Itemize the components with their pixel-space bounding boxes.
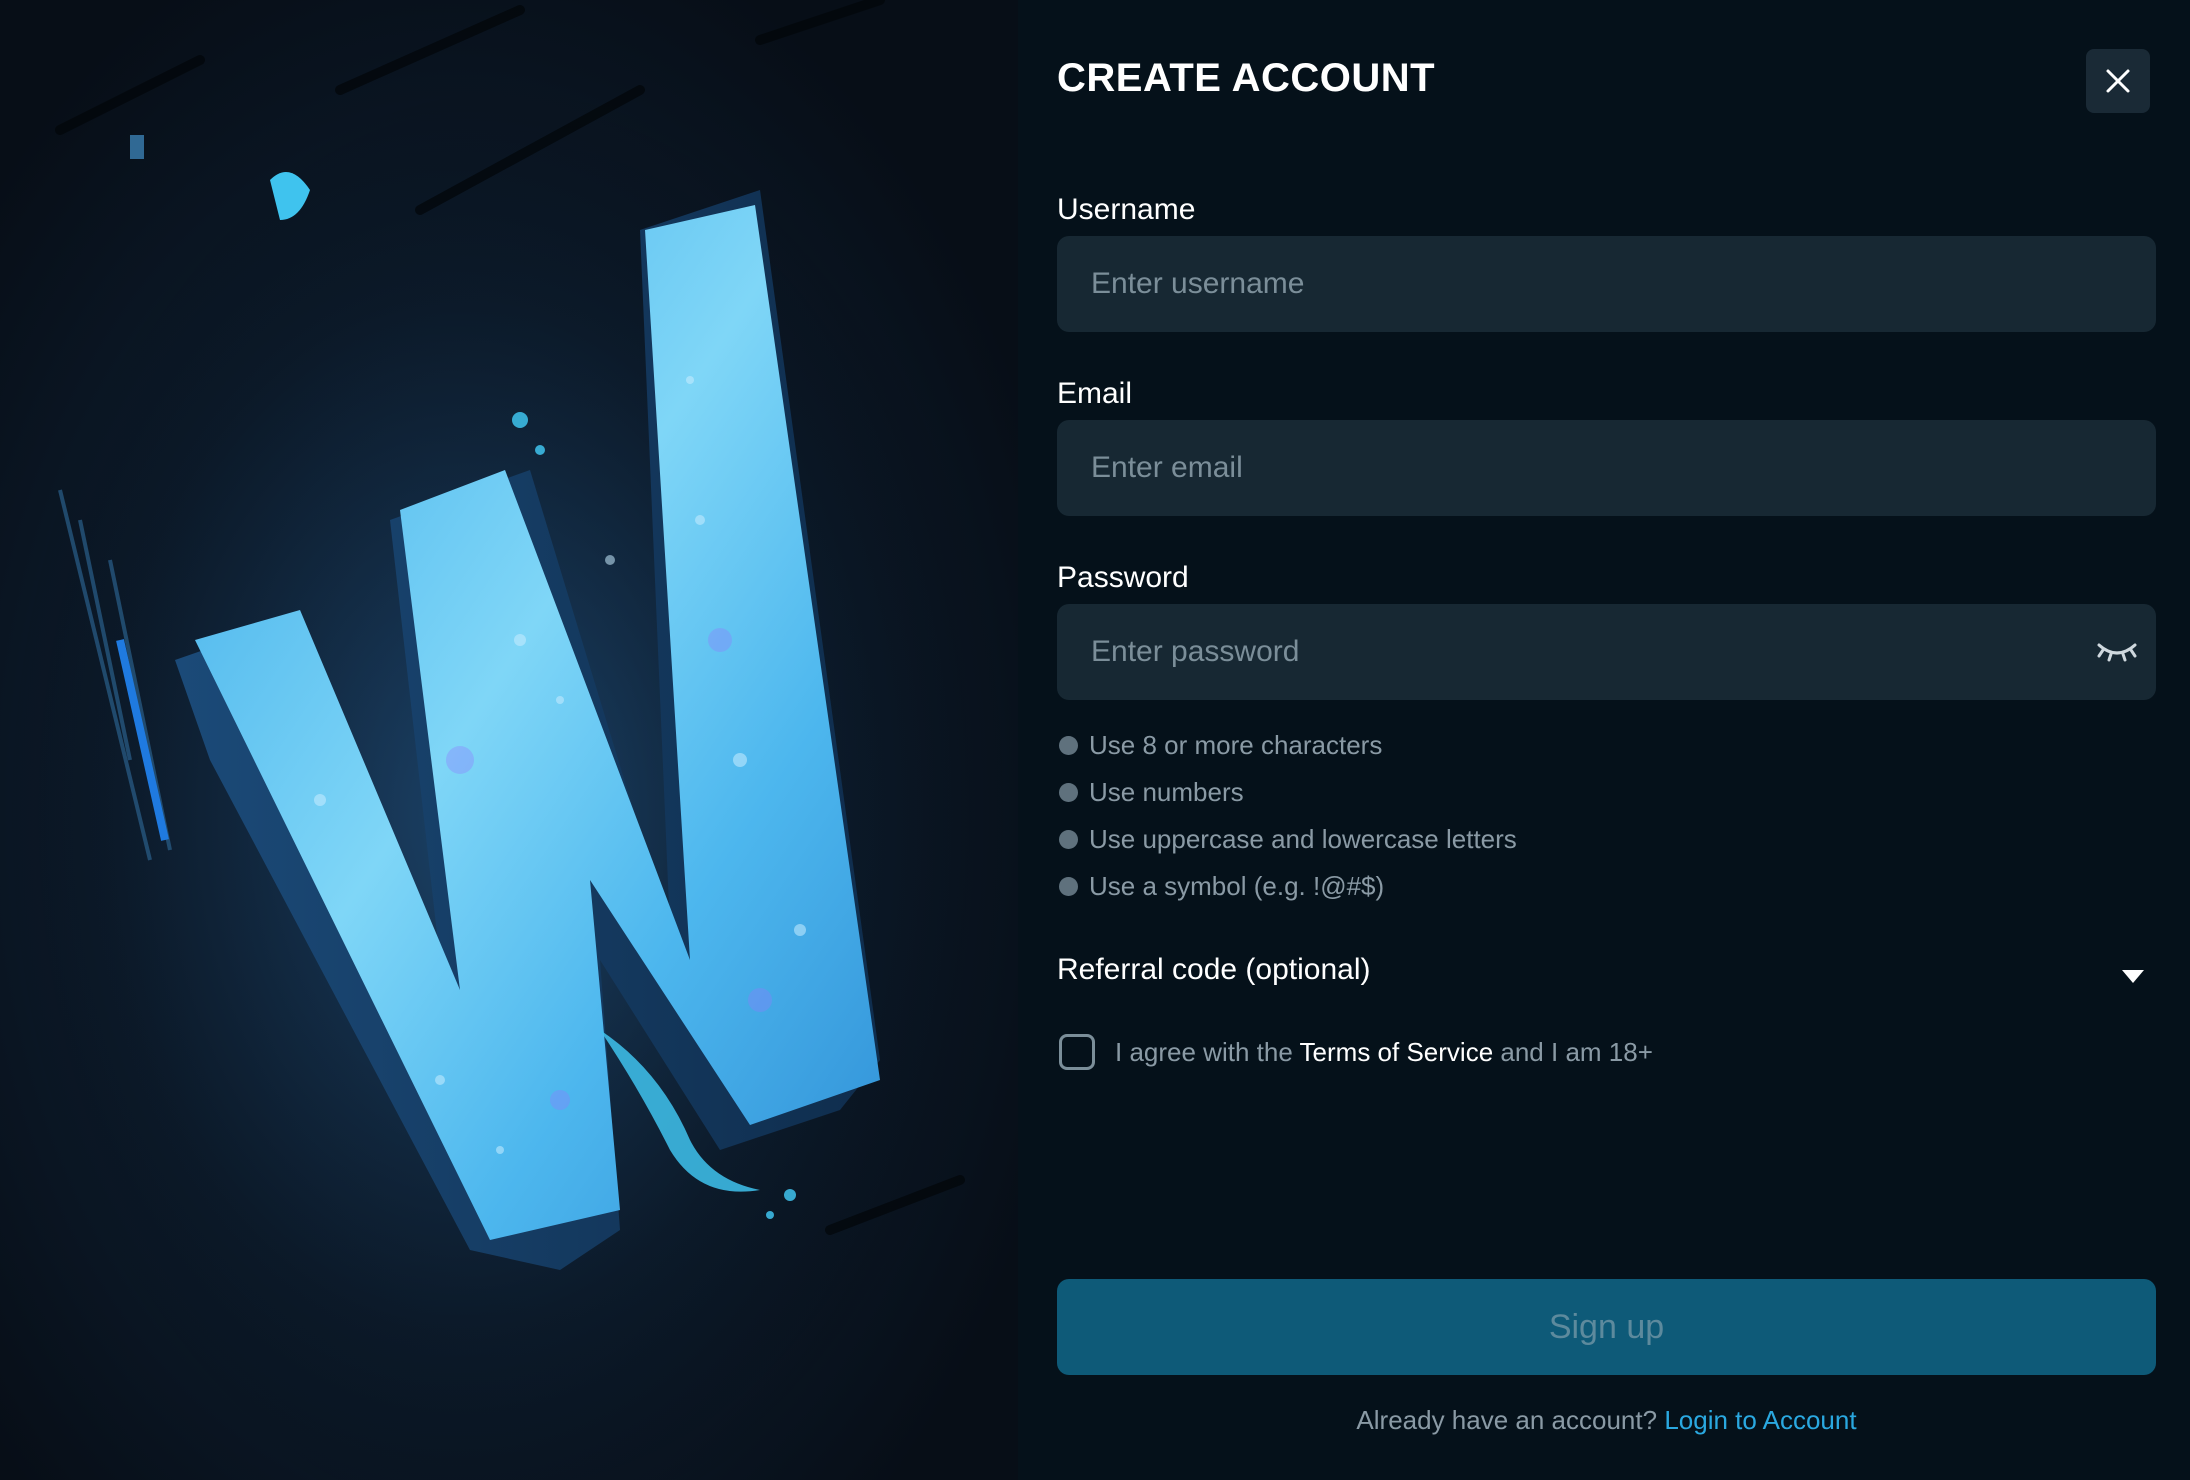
chevron-down-icon bbox=[2122, 969, 2144, 983]
signup-form: CREATE ACCOUNT Username Email Password bbox=[1018, 0, 2190, 1480]
rule-status-dot bbox=[1059, 830, 1078, 849]
signup-button[interactable]: Sign up bbox=[1057, 1279, 2156, 1375]
w-logo-art bbox=[0, 0, 1018, 1480]
rule-status-dot bbox=[1059, 736, 1078, 755]
terms-agreement: I agree with the Terms of Service and I … bbox=[1059, 1034, 1653, 1070]
login-link[interactable]: Login to Account bbox=[1664, 1405, 1856, 1435]
username-label: Username bbox=[1057, 193, 1196, 226]
email-label: Email bbox=[1057, 377, 1133, 410]
toggle-password-visibility[interactable] bbox=[2095, 637, 2139, 665]
rule-status-dot bbox=[1059, 783, 1078, 802]
password-rules: Use 8 or more characters Use numbers Use… bbox=[1057, 722, 1517, 910]
referral-label: Referral code (optional) bbox=[1057, 953, 1371, 986]
terms-of-service-link[interactable]: Terms of Service bbox=[1300, 1037, 1494, 1067]
close-button[interactable] bbox=[2086, 49, 2150, 113]
terms-checkbox[interactable] bbox=[1059, 1034, 1095, 1070]
terms-text: I agree with the Terms of Service and I … bbox=[1115, 1036, 1653, 1067]
password-rule: Use uppercase and lowercase letters bbox=[1057, 816, 1517, 863]
page-title: CREATE ACCOUNT bbox=[1057, 56, 1436, 100]
password-input[interactable] bbox=[1057, 604, 2156, 700]
password-rule: Use 8 or more characters bbox=[1057, 722, 1517, 769]
password-rule: Use numbers bbox=[1057, 769, 1517, 816]
create-account-modal: CREATE ACCOUNT Username Email Password bbox=[0, 0, 2190, 1480]
referral-code-toggle[interactable]: Referral code (optional) bbox=[1057, 948, 2156, 992]
password-rule: Use a symbol (e.g. !@#$) bbox=[1057, 863, 1517, 910]
login-prompt: Already have an account? Login to Accoun… bbox=[1356, 1405, 1857, 1435]
username-input[interactable] bbox=[1057, 236, 2156, 332]
close-icon bbox=[2106, 69, 2130, 93]
password-label: Password bbox=[1057, 561, 1189, 594]
rule-status-dot bbox=[1059, 877, 1078, 896]
brand-artwork bbox=[0, 0, 1018, 1480]
email-input[interactable] bbox=[1057, 420, 2156, 516]
eye-closed-icon bbox=[2097, 643, 2137, 662]
